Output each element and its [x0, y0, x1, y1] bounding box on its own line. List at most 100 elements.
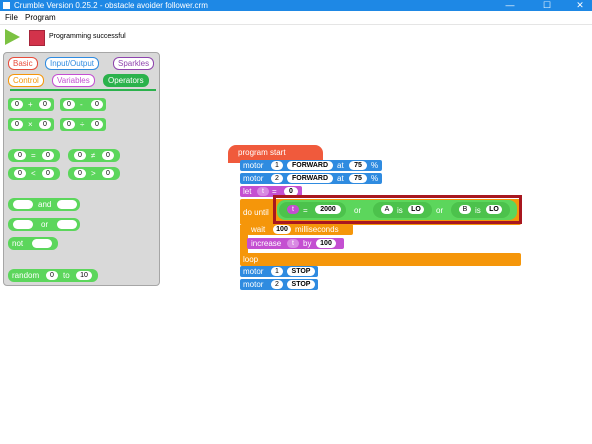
operand[interactable]: 0	[11, 120, 23, 129]
motor-state[interactable]: STOP	[287, 280, 315, 289]
motor-state[interactable]: STOP	[287, 267, 315, 276]
operator-symbol: +	[28, 100, 33, 109]
at-label: at	[337, 161, 344, 170]
operand[interactable]: 0	[46, 271, 58, 280]
motor-number[interactable]: 2	[271, 280, 283, 289]
operand[interactable]: 0	[102, 169, 114, 178]
operand[interactable]: 0	[102, 151, 114, 160]
tab-operators[interactable]: Operators	[103, 74, 149, 87]
motor-stop-block[interactable]: motor 1 STOP	[240, 266, 318, 277]
sensor-a-state[interactable]: LO	[408, 205, 424, 214]
block-greater-than[interactable]: 0 > 0	[68, 167, 120, 180]
condition-block[interactable]: t = 2000 or A is LO or B is LO	[277, 200, 517, 220]
increase-value[interactable]: 100	[316, 239, 336, 248]
script-canvas: program start motor 1 FORWARD at 75 % mo…	[160, 52, 592, 444]
operand[interactable]: 0	[11, 100, 23, 109]
block-not-equals[interactable]: 0 ≠ 0	[68, 149, 120, 162]
menu-program[interactable]: Program	[25, 11, 56, 24]
or-label: or	[41, 220, 49, 229]
block-subtract[interactable]: 0 - 0	[60, 98, 106, 111]
block-not[interactable]: not	[8, 237, 58, 250]
is-label: is	[397, 206, 403, 215]
motor-number[interactable]: 2	[271, 174, 283, 183]
sensor-b[interactable]: B	[459, 205, 471, 214]
operand[interactable]: 0	[42, 169, 54, 178]
motor-block[interactable]: motor 1 FORWARD at 75 %	[240, 160, 382, 171]
variable-t[interactable]: t	[287, 205, 299, 214]
title-bar: Crumble Version 0.25.2 - obstacle avoide…	[0, 0, 592, 11]
sensor-b-condition[interactable]: B is LO	[451, 202, 510, 218]
let-label: let	[243, 187, 252, 196]
motor-stop-block[interactable]: motor 2 STOP	[240, 279, 318, 290]
sensor-a[interactable]: A	[381, 205, 393, 214]
sensor-b-state[interactable]: LO	[486, 205, 502, 214]
operand[interactable]: 0	[74, 169, 86, 178]
operand-slot[interactable]	[57, 200, 77, 209]
sensor-a-condition[interactable]: A is LO	[373, 202, 432, 218]
block-random[interactable]: random 0 to 10	[8, 269, 98, 282]
operator-symbol: -	[80, 100, 83, 109]
motor-block[interactable]: motor 2 FORWARD at 75 %	[240, 173, 382, 184]
operator-symbol: >	[91, 169, 96, 178]
or-label: or	[354, 206, 362, 215]
operand-slot[interactable]	[13, 200, 33, 209]
window-title: Crumble Version 0.25.2 - obstacle avoide…	[14, 1, 208, 10]
increase-block[interactable]: increase t by 100	[247, 238, 344, 249]
motor-speed[interactable]: 75	[349, 161, 367, 170]
block-multiply[interactable]: 0 × 0	[8, 118, 54, 131]
operand[interactable]: 0	[63, 100, 75, 109]
is-label: is	[475, 206, 481, 215]
motor-direction[interactable]: FORWARD	[287, 174, 333, 183]
variable-t[interactable]: t	[257, 187, 269, 196]
stop-icon[interactable]	[29, 30, 45, 46]
operand-slot[interactable]	[57, 220, 77, 229]
menu-file[interactable]: File	[5, 11, 18, 24]
block-equals[interactable]: 0 = 0	[8, 149, 60, 162]
wait-block[interactable]: wait 100 milliseconds	[247, 224, 353, 235]
operand[interactable]: 0	[42, 151, 54, 160]
tab-control[interactable]: Control	[8, 74, 44, 87]
play-icon[interactable]	[5, 29, 20, 45]
operand[interactable]: 0	[39, 100, 51, 109]
tab-separator	[10, 89, 156, 91]
tab-variables[interactable]: Variables	[52, 74, 95, 87]
block-less-than[interactable]: 0 < 0	[8, 167, 60, 180]
operand[interactable]: 0	[14, 151, 26, 160]
block-divide[interactable]: 0 ÷ 0	[60, 118, 106, 131]
operand[interactable]: 0	[14, 169, 26, 178]
loop-block[interactable]: loop	[240, 253, 521, 266]
compare-value[interactable]: 2000	[315, 205, 341, 214]
motor-speed[interactable]: 75	[349, 174, 367, 183]
motor-number[interactable]: 1	[271, 161, 283, 170]
minimize-button[interactable]: —	[500, 0, 520, 11]
operand[interactable]: 10	[76, 271, 92, 280]
operand[interactable]: 0	[91, 100, 103, 109]
close-button[interactable]: ✕	[570, 0, 590, 11]
operand-slot[interactable]	[13, 220, 33, 229]
block-add[interactable]: 0 + 0	[8, 98, 54, 111]
operand[interactable]: 0	[74, 151, 86, 160]
maximize-button[interactable]: ☐	[537, 0, 557, 11]
increase-label: increase	[251, 239, 282, 248]
do-until-label: do until	[243, 208, 269, 217]
tab-sparkles[interactable]: Sparkles	[113, 57, 155, 70]
random-label: random	[12, 271, 40, 280]
block-or[interactable]: or	[8, 218, 80, 231]
operator-symbol: <	[31, 169, 36, 178]
wait-label: wait	[251, 225, 266, 234]
wait-value[interactable]: 100	[273, 225, 291, 234]
block-and[interactable]: and	[8, 198, 80, 211]
operand[interactable]: 0	[91, 120, 103, 129]
at-label: at	[337, 174, 344, 183]
equals-comparison[interactable]: t = 2000	[279, 202, 346, 218]
motor-number[interactable]: 1	[271, 267, 283, 276]
motor-direction[interactable]: FORWARD	[287, 161, 333, 170]
app-icon	[3, 2, 10, 9]
tab-basic[interactable]: Basic	[8, 57, 38, 70]
operand-slot[interactable]	[32, 239, 52, 248]
tab-input-output[interactable]: Input/Output	[45, 57, 100, 70]
variable-t[interactable]: t	[287, 239, 299, 248]
operand[interactable]: 0	[63, 120, 75, 129]
operand[interactable]: 0	[39, 120, 51, 129]
menu-bar: File Program	[0, 11, 592, 25]
